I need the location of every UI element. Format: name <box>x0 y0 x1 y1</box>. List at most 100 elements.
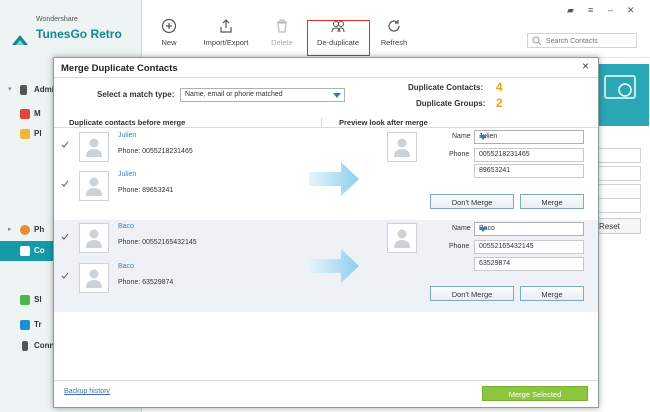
phone-value: 00552165432145 <box>479 243 534 250</box>
phone-value: 89653241 <box>479 167 511 174</box>
duplicate-groups-label: Duplicate Groups: <box>416 99 486 108</box>
arrow-right-icon <box>309 249 359 283</box>
chevron-down-icon <box>479 135 487 140</box>
duplicate-contacts-count: 4 <box>496 80 503 94</box>
avatar <box>79 171 109 201</box>
phone-field[interactable]: 63529874 <box>474 257 584 271</box>
brand-company: Wondershare <box>36 16 78 23</box>
chevron-down-icon: ▾ <box>8 86 12 93</box>
import-export-button[interactable]: Import/Export <box>196 18 256 47</box>
deduplicate-highlight <box>307 20 370 56</box>
dont-merge-button[interactable]: Don't Merge <box>430 286 514 301</box>
contact-banner-icon <box>591 64 649 126</box>
connect-icon <box>22 341 28 351</box>
sidebar-item-label: Co <box>34 246 45 255</box>
phone-label: Phone <box>449 151 470 158</box>
duplicate-group: Baco Phone: 00552165432145 Baco Phone: 6… <box>54 220 598 312</box>
duplicate-group: Julien Phone: 0055218231465 Julien Phone… <box>54 128 598 220</box>
checkbox[interactable] <box>61 272 69 280</box>
photos-icon <box>20 225 30 235</box>
chat-icon[interactable]: ▰ <box>567 5 574 16</box>
dont-merge-button[interactable]: Don't Merge <box>430 194 514 209</box>
name-select[interactable]: Julien <box>474 130 584 144</box>
name-select[interactable]: Baco <box>474 222 584 236</box>
delete-button[interactable]: Delete <box>252 18 312 47</box>
contact-phone: Phone: 00552165432145 <box>118 239 197 246</box>
sidebar-item-label: SI <box>34 295 42 304</box>
person-icon <box>86 138 102 157</box>
person-icon <box>394 229 410 248</box>
plus-circle-icon <box>161 18 177 34</box>
avatar <box>79 223 109 253</box>
sidebar-item-label: Pl <box>34 129 42 138</box>
new-button[interactable]: New <box>139 18 199 47</box>
person-icon <box>394 138 410 157</box>
sidebar-item-label: Ph <box>34 225 45 234</box>
minimize-icon[interactable]: – <box>608 5 613 15</box>
contact-phone: Phone: 63529874 <box>118 279 174 286</box>
checkbox[interactable] <box>61 141 69 149</box>
match-type-value: Name, email or phone matched <box>185 91 283 98</box>
detail-select[interactable] <box>597 198 641 213</box>
match-type-label: Select a match type: <box>97 90 175 99</box>
phone-value: 63529874 <box>479 260 511 267</box>
merge-button[interactable]: Merge <box>520 286 584 301</box>
detail-field[interactable] <box>597 148 641 163</box>
sidebar-item-label: Conn <box>34 341 55 350</box>
detail-field[interactable] <box>597 166 641 181</box>
reset-button[interactable]: Reset <box>597 218 641 234</box>
person-icon <box>86 177 102 196</box>
chevron-down-icon <box>333 93 341 98</box>
phone-field[interactable]: 89653241 <box>474 164 584 178</box>
contact-name[interactable]: Julien <box>118 171 136 178</box>
chevron-right-icon: ▸ <box>8 226 12 233</box>
contact-phone: Phone: 0055218231465 <box>118 148 193 155</box>
contact-name[interactable]: Baco <box>118 263 134 270</box>
toolbar: New Import/Export Delete De-duplicate Re… <box>142 0 650 58</box>
contact-name[interactable]: Julien <box>118 132 136 139</box>
phone-field[interactable]: 0055218231465 <box>474 148 584 162</box>
contact-name[interactable]: Baco <box>118 223 134 230</box>
search-input[interactable] <box>546 36 634 46</box>
checkbox[interactable] <box>61 233 69 241</box>
person-icon <box>86 269 102 288</box>
tunesgo-logo-icon <box>12 35 28 45</box>
checkmark-icon <box>61 180 69 187</box>
refresh-button[interactable]: Refresh <box>364 18 424 47</box>
sms-icon <box>20 295 30 305</box>
import-export-icon <box>220 19 232 33</box>
avatar <box>79 263 109 293</box>
search-field[interactable] <box>527 33 637 48</box>
contacts-icon <box>20 246 30 256</box>
search-icon <box>532 36 542 46</box>
checkbox[interactable] <box>61 180 69 188</box>
merge-selected-button[interactable]: Merge Selected <box>482 386 588 401</box>
person-icon <box>86 229 102 248</box>
refresh-icon <box>388 20 400 32</box>
phone-icon <box>20 85 27 95</box>
chevron-down-icon <box>479 227 487 232</box>
match-type-select[interactable]: Name, email or phone matched <box>180 88 345 102</box>
checkmark-icon <box>61 233 69 240</box>
arrow-right-icon <box>309 162 359 196</box>
playlist-icon <box>20 129 30 139</box>
contact-phone: Phone: 89653241 <box>118 187 174 194</box>
music-icon <box>20 109 30 119</box>
trash-icon <box>277 19 287 33</box>
backup-history-link[interactable]: Backup history <box>64 388 110 395</box>
phone-field[interactable]: 00552165432145 <box>474 240 584 254</box>
phone-label: Phone <box>449 243 470 250</box>
toolbox-icon <box>20 320 30 330</box>
detail-field[interactable] <box>597 184 641 199</box>
close-icon[interactable]: ✕ <box>627 5 635 16</box>
menu-icon[interactable]: ≡ <box>588 5 593 15</box>
name-label: Name <box>452 133 471 140</box>
contact-detail-panel <box>591 58 650 412</box>
name-label: Name <box>452 225 471 232</box>
duplicate-groups-count: 2 <box>496 96 503 110</box>
avatar <box>79 132 109 162</box>
avatar <box>387 223 417 253</box>
merge-button[interactable]: Merge <box>520 194 584 209</box>
close-icon[interactable]: × <box>582 59 589 73</box>
checkmark-icon <box>61 141 69 148</box>
